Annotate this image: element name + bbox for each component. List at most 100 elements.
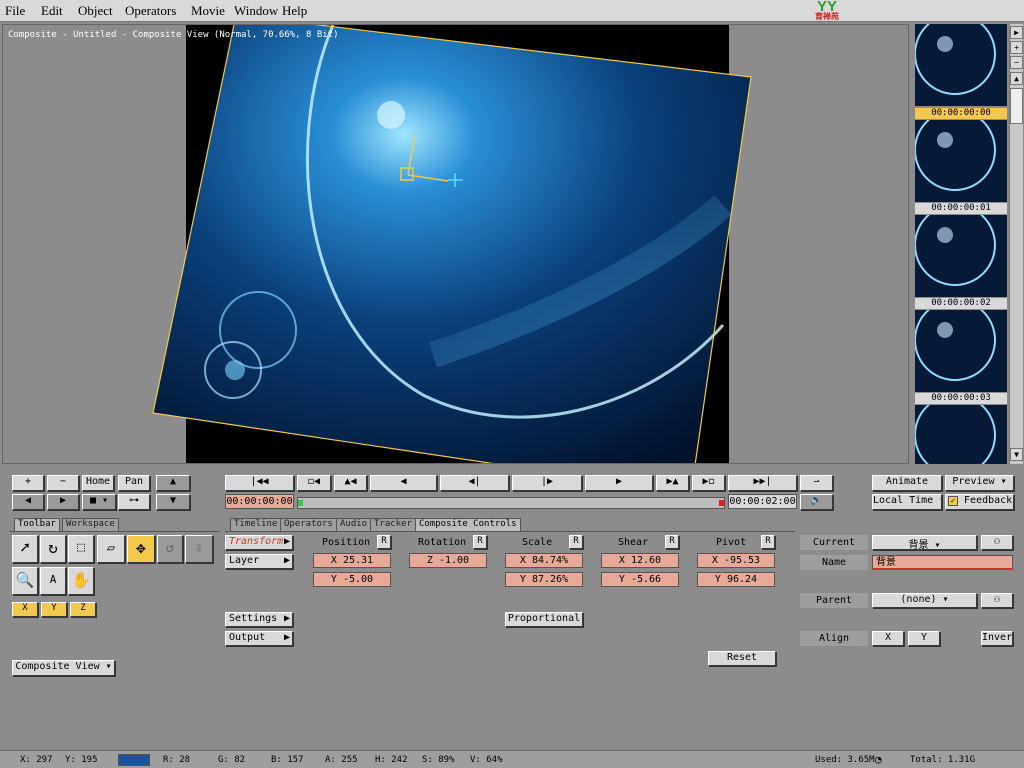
- mark-out-button[interactable]: ▶◻: [692, 475, 725, 491]
- transform-section-button[interactable]: Transform ▶: [225, 535, 293, 550]
- position-y-field[interactable]: Y -5.00: [313, 572, 391, 587]
- name-field[interactable]: 背景: [872, 555, 1013, 570]
- invert-button[interactable]: Invert: [981, 631, 1013, 646]
- scroll-thumb[interactable]: [1010, 88, 1023, 124]
- orbit-icon[interactable]: ↺: [157, 535, 183, 563]
- text-tool-icon[interactable]: A: [40, 567, 66, 595]
- pivot-x-field[interactable]: X -95.53: [697, 553, 775, 568]
- reset-button[interactable]: Reset: [708, 651, 776, 666]
- position-x-field[interactable]: X 25.31: [313, 553, 391, 568]
- zoom-out-button[interactable]: −: [47, 475, 79, 491]
- tab-composite-controls[interactable]: Composite Controls: [415, 518, 521, 531]
- step-forward-button[interactable]: |▶: [512, 475, 582, 491]
- timeline-slider[interactable]: [297, 497, 725, 509]
- go-to-end-button[interactable]: ▶▶|: [728, 475, 797, 491]
- menu-movie[interactable]: Movie: [191, 3, 225, 19]
- zoom-out-icon[interactable]: −: [1010, 56, 1023, 69]
- rotation-z-field[interactable]: Z -1.00: [409, 553, 487, 568]
- proportional-button[interactable]: Proportional: [505, 612, 583, 627]
- shear-tool-icon[interactable]: ▱: [97, 535, 125, 563]
- tab-timeline[interactable]: Timeline: [230, 518, 282, 531]
- scroll-down-icon[interactable]: ▼: [1010, 448, 1023, 461]
- composite-canvas[interactable]: [3, 25, 909, 464]
- current-time-field[interactable]: 00:00:00:00: [225, 494, 294, 509]
- move-down-icon[interactable]: ▼: [156, 494, 190, 510]
- mark-in-button[interactable]: ◻◀: [297, 475, 331, 491]
- back-arrow-icon[interactable]: ◀: [12, 494, 44, 510]
- parent-dropdown[interactable]: (none) ▾: [872, 593, 977, 608]
- push-icon[interactable]: ⇩: [185, 535, 213, 563]
- rotate-icon[interactable]: ↻: [40, 535, 66, 563]
- shear-y-field[interactable]: Y -5.66: [601, 572, 679, 587]
- step-back-button[interactable]: ◀|: [440, 475, 509, 491]
- current-layer-dropdown[interactable]: 背景 ▾: [872, 535, 977, 550]
- menu-help[interactable]: Help: [282, 3, 307, 19]
- forward-arrow-icon[interactable]: ▶: [47, 494, 79, 510]
- scale-reset-button[interactable]: R: [569, 535, 583, 549]
- filmstrip[interactable]: 00:00:00:00 00:00:00:01 00:00:00:02 00:0…: [913, 24, 1009, 464]
- align-x-button[interactable]: X: [872, 631, 904, 646]
- axis-x-toggle[interactable]: X: [12, 602, 38, 617]
- scroll-right-icon[interactable]: ▶: [1010, 26, 1023, 39]
- local-time-dropdown[interactable]: Local Time ▾: [872, 494, 942, 510]
- playhead-start[interactable]: [298, 500, 303, 506]
- position-reset-button[interactable]: R: [377, 535, 391, 549]
- thumbnail-frame[interactable]: [915, 215, 1007, 297]
- scroll-up-icon[interactable]: ▲: [1010, 72, 1023, 85]
- pick-whip-icon[interactable]: ⚇: [981, 535, 1013, 550]
- tab-tracker[interactable]: Tracker: [370, 518, 416, 531]
- thumbnail-frame[interactable]: [915, 405, 1007, 464]
- settings-section-button[interactable]: Settings ▶: [225, 612, 293, 627]
- pan-button[interactable]: Pan: [118, 475, 150, 491]
- tab-toolbar[interactable]: Toolbar: [14, 518, 60, 531]
- shear-reset-button[interactable]: R: [665, 535, 679, 549]
- play-button[interactable]: ▶: [585, 475, 653, 491]
- layer-section-button[interactable]: Layer ▶: [225, 554, 293, 569]
- filmstrip-scrollbar[interactable]: ▶ + − ▲ ▼: [1009, 24, 1023, 464]
- preview-dropdown[interactable]: Preview ▾: [945, 475, 1014, 491]
- crop-icon[interactable]: ⬚: [68, 535, 94, 563]
- thumbnail-frame[interactable]: [915, 310, 1007, 392]
- composite-viewer[interactable]: Composite - Untitled - Composite View (N…: [2, 24, 909, 464]
- output-section-button[interactable]: Output ▶: [225, 631, 293, 646]
- move-up-icon[interactable]: ▲: [156, 475, 190, 491]
- select-arrow-icon[interactable]: ➚: [12, 535, 38, 563]
- loop-button[interactable]: ⇀: [800, 475, 833, 491]
- shear-x-field[interactable]: X 12.60: [601, 553, 679, 568]
- animate-button[interactable]: Animate: [872, 475, 942, 491]
- menu-file[interactable]: File: [5, 3, 25, 19]
- tab-audio[interactable]: Audio: [336, 518, 372, 531]
- axis-z-toggle[interactable]: Z: [70, 602, 96, 617]
- rotation-reset-button[interactable]: R: [473, 535, 487, 549]
- go-to-start-button[interactable]: |◀◀: [225, 475, 294, 491]
- color-swatch-dropdown[interactable]: ■ ▾: [82, 494, 116, 510]
- magnify-icon[interactable]: 🔍: [12, 567, 38, 595]
- tab-operators[interactable]: Operators: [280, 518, 337, 531]
- menu-window[interactable]: Window: [234, 3, 278, 19]
- tab-workspace[interactable]: Workspace: [62, 518, 119, 531]
- prev-key-button[interactable]: ▲◀: [334, 475, 367, 491]
- scale-x-field[interactable]: X 84.74%: [505, 553, 583, 568]
- zoom-in-icon[interactable]: +: [1010, 41, 1023, 54]
- scale-y-field[interactable]: Y 87.26%: [505, 572, 583, 587]
- composite-view-dropdown[interactable]: Composite View ▾: [12, 660, 115, 676]
- align-y-button[interactable]: Y: [908, 631, 940, 646]
- pivot-y-field[interactable]: Y 96.24: [697, 572, 775, 587]
- pivot-reset-button[interactable]: R: [761, 535, 775, 549]
- connect-icon[interactable]: ⊶: [118, 494, 150, 510]
- menu-edit[interactable]: Edit: [41, 3, 63, 19]
- home-button[interactable]: Home: [82, 475, 114, 491]
- playhead-end[interactable]: [719, 500, 724, 506]
- menu-object[interactable]: Object: [78, 3, 113, 19]
- menu-operators[interactable]: Operators: [125, 3, 176, 19]
- feedback-checkbox[interactable]: ✓ Feedback: [945, 494, 1014, 510]
- next-key-button[interactable]: ▶▲: [656, 475, 689, 491]
- play-reverse-button[interactable]: ◀: [370, 475, 437, 491]
- parent-pick-whip-icon[interactable]: ⚇: [981, 593, 1013, 608]
- transform-tool-icon[interactable]: ✥: [127, 535, 155, 563]
- speaker-icon[interactable]: 🔈: [800, 494, 833, 510]
- thumbnail-frame[interactable]: [915, 24, 1007, 106]
- hand-icon[interactable]: ✋: [68, 567, 94, 595]
- end-time-field[interactable]: 00:00:02:00: [728, 494, 797, 509]
- thumbnail-frame[interactable]: [915, 120, 1007, 202]
